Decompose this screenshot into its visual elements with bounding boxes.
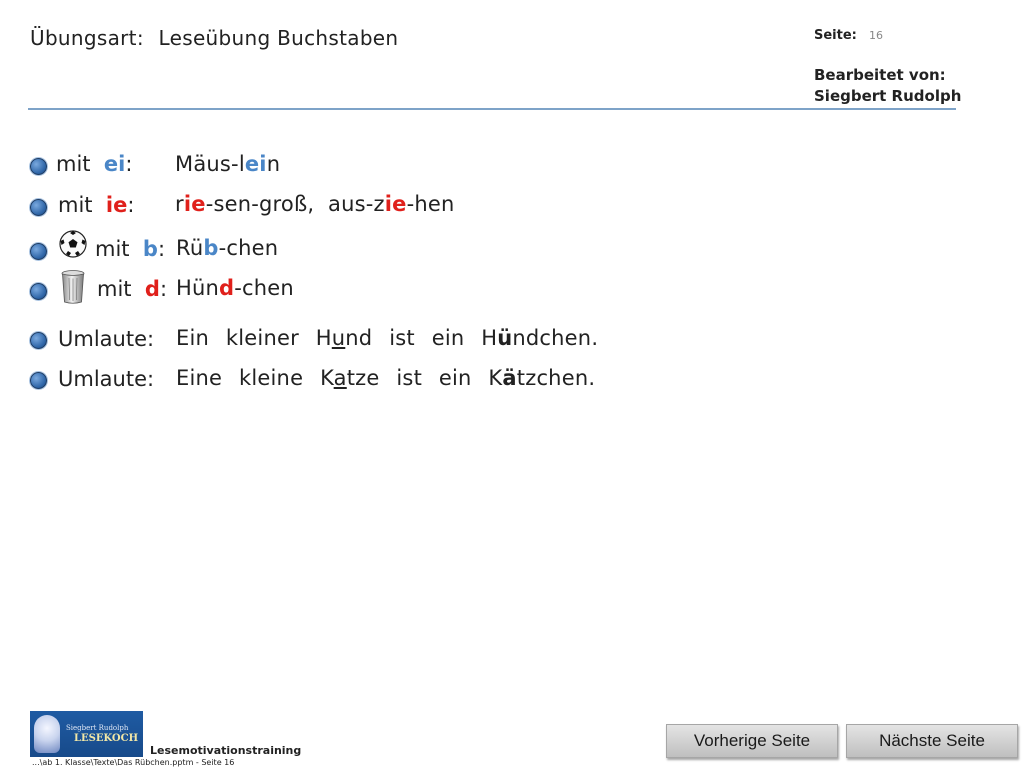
- label-key: d: [144, 277, 160, 301]
- label-prefix: mit: [56, 152, 91, 176]
- exercise-type-value: Leseübung Buchstaben: [158, 26, 399, 50]
- light-bulb-icon: [34, 715, 60, 753]
- edited-by-label: Bearbeitet von:: [814, 66, 946, 84]
- label-colon: :: [127, 193, 135, 217]
- bullet-icon: [30, 199, 47, 216]
- text-part: aus-z: [328, 192, 385, 216]
- row-label-ei: mit ei:: [56, 152, 132, 176]
- row-text-ei: Mäus-lein: [175, 152, 280, 176]
- row-text-d: Hünd-chen: [176, 276, 294, 300]
- label-prefix: mit: [95, 237, 130, 261]
- text-part: Hün: [176, 276, 220, 300]
- row-label-d: mit d:: [97, 277, 167, 301]
- bullet-icon: [30, 283, 47, 300]
- exercise-type-title: Übungsart: Leseübung Buchstaben: [30, 26, 406, 50]
- soccer-ball-icon: [59, 230, 87, 258]
- exercise-type-label: Übungsart:: [30, 26, 144, 50]
- previous-page-button[interactable]: Vorherige Seite: [666, 724, 838, 758]
- file-path: ...\ab 1. Klasse\Texte\Das Rübchen.pptm …: [32, 758, 235, 767]
- highlight-part: ie: [384, 192, 407, 216]
- text-part: Rü: [176, 236, 204, 260]
- label-colon: :: [125, 152, 133, 176]
- label-colon: :: [157, 237, 166, 261]
- label-key: b: [142, 237, 158, 261]
- bullet-icon: [30, 332, 47, 349]
- row-label-b: mit b:: [95, 237, 165, 261]
- underlined-vowel: a: [333, 366, 347, 390]
- text-part: Ein kleiner H: [176, 326, 332, 350]
- row-label-ie: mit ie:: [58, 193, 134, 217]
- label-prefix: mit: [58, 193, 93, 217]
- row-text-umlaute-1: Ein kleiner Hund ist ein Hündchen.: [176, 326, 598, 350]
- row-text-umlaute-2: Eine kleine Katze ist ein Kätzchen.: [176, 366, 595, 390]
- row-text-ie: rie-sen-groß, aus-zie-hen: [175, 192, 455, 216]
- text-part: r: [175, 192, 184, 216]
- page-label: Seite:: [814, 28, 857, 43]
- row-text-b: Rüb-chen: [176, 236, 278, 260]
- highlight-part: d: [219, 276, 235, 300]
- text-part: nd ist ein H: [345, 326, 498, 350]
- header-divider: [28, 108, 956, 110]
- text-part: Eine kleine K: [176, 366, 334, 390]
- highlight-umlaut: ü: [497, 326, 513, 350]
- text-part: tze ist ein K: [346, 366, 503, 390]
- highlight-part: ie: [183, 192, 206, 216]
- highlight-part: b: [203, 236, 219, 260]
- trash-can-icon: [61, 270, 85, 304]
- text-part: tzchen.: [516, 366, 596, 390]
- label-colon: :: [159, 277, 168, 301]
- author-name: Siegbert Rudolph: [814, 87, 962, 105]
- bullet-icon: [30, 372, 47, 389]
- text-part: Mäus-l: [175, 152, 245, 176]
- next-page-button[interactable]: Nächste Seite: [846, 724, 1018, 758]
- program-label: Lesemotivationstraining: [150, 744, 302, 757]
- highlight-part: ei: [244, 152, 267, 176]
- text-part: -sen-groß,: [205, 192, 315, 216]
- text-part: -chen: [218, 236, 279, 260]
- bullet-icon: [30, 243, 47, 260]
- row-label-umlaute: Umlaute:: [58, 367, 155, 391]
- label-prefix: mit: [97, 277, 132, 301]
- text-part: n: [266, 152, 281, 176]
- text-part: -hen: [406, 192, 455, 216]
- label-key: ei: [103, 152, 126, 176]
- text-part: ndchen.: [512, 326, 599, 350]
- label-key: ie: [105, 193, 128, 217]
- lesekoch-logo: Siegbert Rudolph LESEKOCH: [30, 711, 143, 757]
- page-number: 16: [869, 29, 883, 42]
- row-label-umlaute: Umlaute:: [58, 327, 155, 351]
- underlined-vowel: u: [331, 326, 346, 350]
- logo-brand: LESEKOCH: [74, 733, 139, 744]
- text-part: -chen: [234, 276, 294, 300]
- highlight-umlaut: ä: [502, 366, 517, 390]
- logo-author: Siegbert Rudolph: [66, 724, 129, 732]
- bullet-icon: [30, 158, 47, 175]
